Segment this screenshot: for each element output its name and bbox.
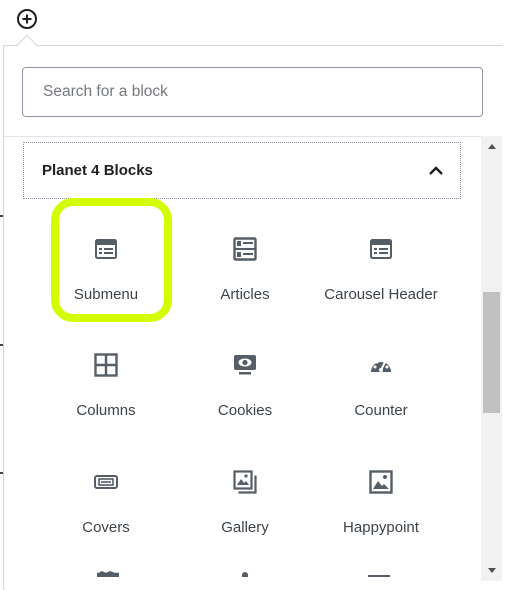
block-label: Carousel Header (324, 286, 438, 303)
partial-block-icon (242, 572, 248, 577)
block-results: Planet 4 Blocks Submenu Articles Carouse… (4, 136, 482, 590)
block-label: Gallery (221, 519, 269, 536)
articles-icon (232, 236, 258, 262)
submenu-icon (93, 236, 119, 262)
block-label: Covers (82, 519, 130, 536)
scroll-down-arrow-icon[interactable] (481, 561, 502, 581)
carousel-header-icon (368, 236, 394, 262)
block-label: Articles (220, 286, 270, 303)
block-item-happypoint[interactable]: Happypoint (313, 442, 449, 552)
block-label: Counter (354, 402, 408, 419)
gallery-icon (232, 469, 258, 495)
block-search-input[interactable] (23, 68, 482, 116)
cookies-icon (232, 352, 258, 378)
partial-block-icon (368, 575, 390, 577)
block-item-counter[interactable]: Counter (313, 325, 449, 435)
covers-icon (93, 469, 119, 495)
block-label: Columns (76, 402, 136, 419)
counter-icon (368, 352, 394, 378)
partial-block-icon (97, 571, 119, 577)
block-item-gallery[interactable]: Gallery (177, 442, 313, 552)
chevron-up-icon[interactable] (428, 163, 444, 179)
panel-header-planet4[interactable]: Planet 4 Blocks (23, 142, 461, 199)
block-inserter-popover: Planet 4 Blocks (3, 45, 503, 590)
block-item-carousel-header[interactable]: Carousel Header (313, 209, 449, 319)
scroll-up-arrow-icon[interactable] (481, 136, 502, 156)
block-label: Cookies (217, 402, 273, 419)
block-inserter-toggle[interactable] (15, 7, 39, 31)
block-label: Happypoint (343, 519, 419, 536)
panel-title: Planet 4 Blocks (42, 162, 153, 179)
block-item-articles[interactable]: Articles (177, 209, 313, 319)
editor-top-area (0, 0, 505, 40)
block-label: Submenu (73, 286, 139, 303)
scroll-thumb[interactable] (483, 292, 500, 413)
block-item-covers[interactable]: Covers (38, 442, 174, 552)
block-item-cookies[interactable]: Cookies (177, 325, 313, 435)
block-item-columns[interactable]: Columns (38, 325, 174, 435)
search-field[interactable] (22, 67, 483, 117)
happypoint-icon (368, 469, 394, 495)
results-scrollbar[interactable] (481, 136, 502, 581)
columns-icon (93, 352, 119, 378)
plus-circle-icon (17, 9, 37, 29)
block-item-submenu[interactable]: Submenu (38, 209, 174, 319)
